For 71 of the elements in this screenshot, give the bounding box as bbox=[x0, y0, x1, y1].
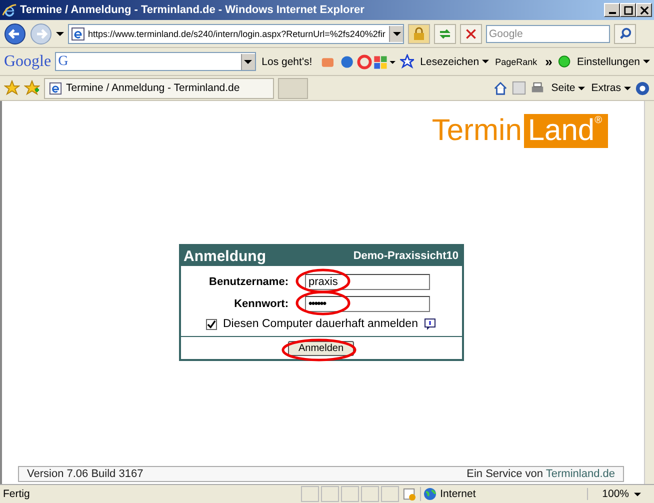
terminland-logo: Termin Land$^{®}$ bbox=[432, 114, 608, 148]
more-button[interactable]: » bbox=[543, 54, 554, 69]
stop-button[interactable] bbox=[460, 24, 482, 44]
dropdown-arrow-icon[interactable] bbox=[392, 30, 400, 38]
status-dot-icon bbox=[558, 55, 571, 68]
dropdown-arrow-icon[interactable] bbox=[244, 58, 252, 66]
panel-subtitle: Demo-Praxissicht10 bbox=[353, 250, 458, 262]
info-icon[interactable] bbox=[424, 318, 436, 330]
caret-icon[interactable] bbox=[624, 84, 631, 92]
zoom-button[interactable]: 100% bbox=[587, 488, 633, 500]
help-icon[interactable] bbox=[635, 80, 650, 96]
page-icon bbox=[71, 26, 85, 40]
dropdown-arrow-icon[interactable] bbox=[56, 30, 64, 38]
password-field[interactable]: •••••• bbox=[304, 296, 430, 312]
remember-checkbox[interactable] bbox=[206, 318, 217, 330]
checkbox-label: Diesen Computer dauerhaft anmelden bbox=[223, 318, 418, 330]
caret-icon[interactable] bbox=[634, 490, 641, 498]
printer-icon[interactable] bbox=[530, 80, 546, 96]
caret-icon[interactable] bbox=[578, 84, 586, 92]
page-icon bbox=[49, 82, 62, 94]
panel-title: Anmeldung bbox=[184, 248, 266, 264]
status-panel bbox=[381, 486, 400, 502]
search-button[interactable] bbox=[614, 24, 636, 44]
status-panel bbox=[301, 486, 320, 502]
username-field[interactable]: praxis bbox=[304, 274, 430, 290]
toolbar-g-logo: G bbox=[57, 54, 68, 70]
caret-icon[interactable] bbox=[643, 58, 650, 65]
browser-logo-icon bbox=[2, 2, 17, 18]
caret-icon[interactable] bbox=[482, 58, 490, 65]
field-label: Benutzername: bbox=[208, 276, 290, 288]
status-panel bbox=[321, 486, 340, 502]
lock-button[interactable] bbox=[408, 24, 430, 44]
home-icon[interactable] bbox=[493, 80, 508, 96]
maximize-button[interactable] bbox=[620, 3, 636, 17]
toolbar-search-field[interactable]: G bbox=[55, 52, 256, 71]
status-panel bbox=[341, 486, 360, 502]
bookmarks-button[interactable]: Lesezeichen bbox=[418, 56, 482, 68]
minimize-button[interactable] bbox=[604, 3, 620, 17]
page-menu-button[interactable]: Seite bbox=[549, 82, 578, 94]
search-field[interactable]: Google bbox=[486, 24, 610, 42]
window-title: Termine / Anmeldung - Terminland.de - Windows Internet Explorer bbox=[20, 4, 364, 16]
warning-icon bbox=[403, 488, 416, 500]
address-field[interactable]: https://www.terminland.de/s240/intern/login.aspx?ReturnUrl=%2fs240%2fir bbox=[68, 24, 404, 44]
version-text: Version 7.06 Build 3167 bbox=[27, 468, 144, 480]
globe-icon bbox=[423, 487, 438, 501]
refresh-icon bbox=[438, 26, 452, 40]
zone-text: Internet bbox=[440, 488, 476, 500]
favorites-star-icon[interactable] bbox=[4, 80, 20, 96]
go-button[interactable]: Los geht's! bbox=[260, 56, 314, 68]
status-text: Fertig bbox=[3, 488, 31, 500]
lock-icon bbox=[412, 26, 426, 40]
status-panel bbox=[361, 486, 380, 502]
close-button[interactable] bbox=[636, 3, 652, 17]
back-icon[interactable] bbox=[4, 22, 26, 44]
close-icon bbox=[640, 6, 648, 14]
add-favorite-icon[interactable] bbox=[24, 80, 40, 96]
stop-icon bbox=[465, 28, 477, 40]
search-icon bbox=[618, 27, 632, 40]
minimize-icon bbox=[608, 12, 616, 14]
tools-menu-button[interactable]: Extras bbox=[589, 82, 623, 94]
field-label: Kennwort: bbox=[233, 298, 290, 310]
scrollbar[interactable] bbox=[644, 101, 654, 484]
star-icon[interactable] bbox=[400, 54, 414, 69]
google-toolbar-logo: Google bbox=[4, 52, 52, 70]
maximize-icon bbox=[624, 6, 632, 14]
pagerank-button[interactable]: PageRank bbox=[493, 56, 540, 66]
refresh-button[interactable] bbox=[434, 24, 456, 44]
terminland-link[interactable]: Terminland.de bbox=[546, 468, 615, 480]
settings-button[interactable]: Einstellungen bbox=[574, 56, 642, 68]
browser-tab[interactable]: Termine / Anmeldung - Terminland.de bbox=[44, 78, 274, 98]
service-text: Ein Service von bbox=[466, 468, 544, 480]
